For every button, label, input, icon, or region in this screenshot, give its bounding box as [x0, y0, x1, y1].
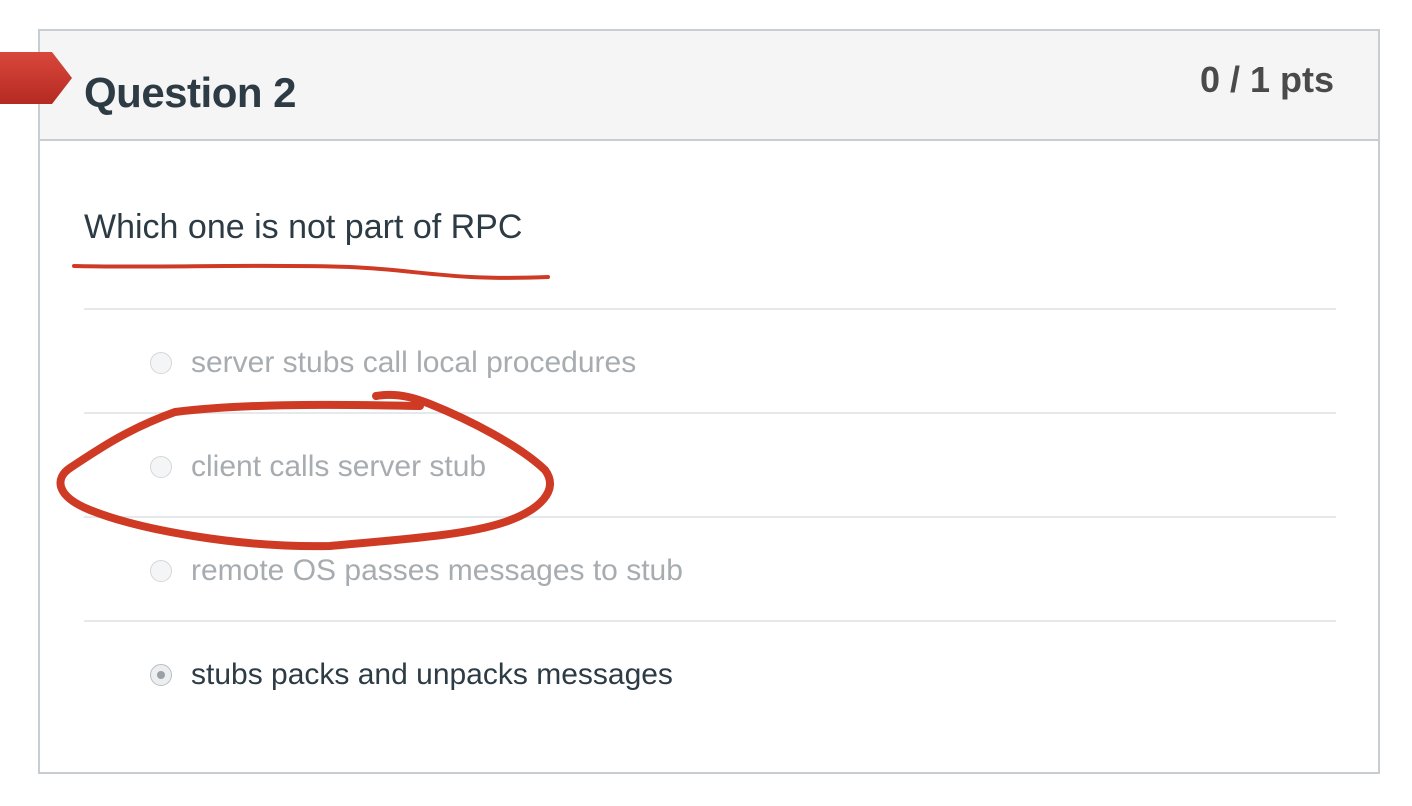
answer-label: remote OS passes messages to stub: [191, 554, 683, 587]
radio-button[interactable]: [150, 352, 172, 374]
quiz-page: Question 2 0 / 1 pts Which one is not pa…: [0, 0, 1412, 806]
answer-option-selected[interactable]: stubs packs and unpacks messages: [84, 620, 1336, 726]
question-text: Which one is not part of RPC: [84, 208, 523, 246]
answer-option[interactable]: server stubs call local procedures: [84, 308, 1336, 412]
radio-button[interactable]: [150, 560, 172, 582]
question-points: 0 / 1 pts: [1199, 59, 1334, 100]
radio-button-selected[interactable]: [150, 664, 172, 686]
answer-list: server stubs call local procedures clien…: [84, 308, 1336, 726]
answer-option[interactable]: remote OS passes messages to stub: [84, 516, 1336, 620]
radio-button[interactable]: [150, 456, 172, 478]
incorrect-flag-icon: [0, 52, 72, 104]
answer-label: client calls server stub: [191, 450, 487, 483]
answer-option[interactable]: client calls server stub: [84, 412, 1336, 516]
answer-label: stubs packs and unpacks messages: [191, 658, 673, 691]
answer-label: server stubs call local procedures: [191, 346, 637, 379]
question-header: Question 2 0 / 1 pts: [40, 31, 1378, 141]
question-title: Question 2: [84, 69, 297, 116]
